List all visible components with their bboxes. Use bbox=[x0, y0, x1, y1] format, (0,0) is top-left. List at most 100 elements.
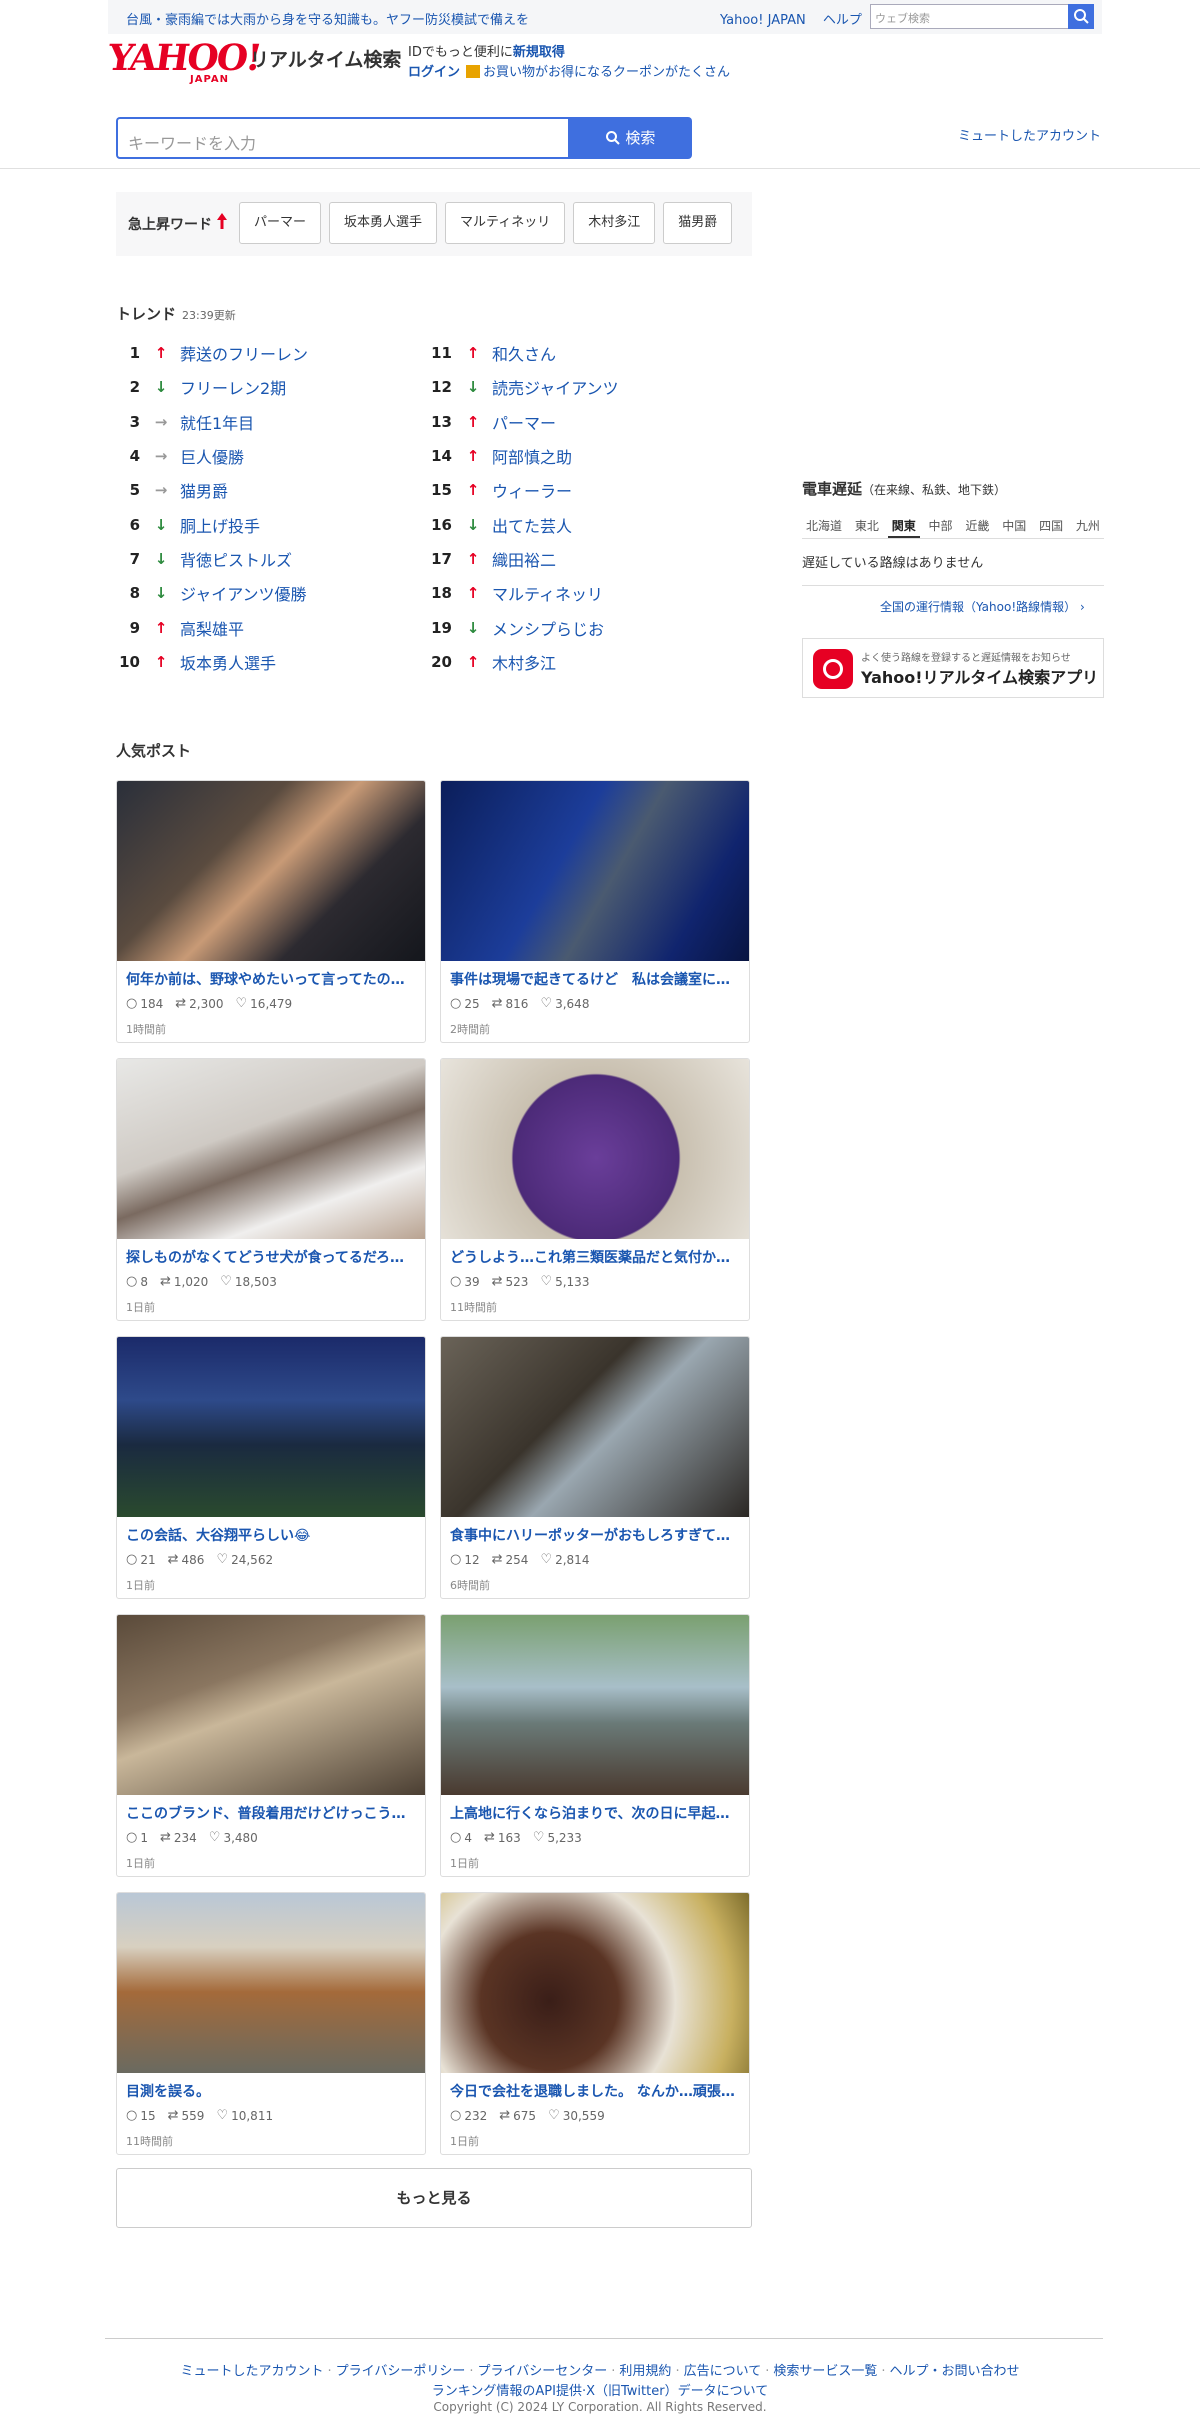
post-replies[interactable]: ○ 15 bbox=[126, 2108, 156, 2123]
trend-item[interactable]: 1 ↑ 葬送のフリーレン bbox=[116, 336, 416, 370]
search-button[interactable]: 検索 bbox=[568, 117, 692, 159]
footer-link[interactable]: X（旧Twitter）データについて bbox=[586, 2384, 768, 2399]
login-link[interactable]: ログイン bbox=[408, 65, 460, 80]
trend-word[interactable]: 背徳ピストルズ bbox=[180, 547, 292, 571]
post-image[interactable] bbox=[441, 781, 749, 961]
signup-link[interactable]: 新規取得 bbox=[513, 45, 565, 60]
train-tab[interactable]: 四国 bbox=[1035, 512, 1067, 538]
trend-item[interactable]: 10 ↑ 坂本勇人選手 bbox=[116, 645, 416, 679]
post-reposts[interactable]: ⇄ 675 bbox=[499, 2108, 536, 2123]
post-likes[interactable]: ♡ 3,480 bbox=[209, 1830, 258, 1845]
trend-word[interactable]: 織田裕二 bbox=[492, 547, 556, 571]
train-tab[interactable]: 関東 bbox=[887, 512, 920, 538]
trend-word[interactable]: 猫男爵 bbox=[180, 478, 228, 502]
post-image[interactable] bbox=[117, 1059, 425, 1239]
post-likes[interactable]: ♡ 3,648 bbox=[540, 996, 589, 1011]
post-card[interactable]: 今日で会社を退職しました。 なんか…頑張… ○ 232 ⇄ 675 ♡ 30,559 1日前 bbox=[440, 1892, 750, 2155]
post-likes[interactable]: ♡ 10,811 bbox=[216, 2108, 273, 2123]
train-info-link[interactable]: 全国の運行情報（Yahoo!路線情報） › bbox=[880, 598, 1085, 615]
yahoo-japan-link[interactable]: Yahoo! JAPAN bbox=[720, 13, 806, 28]
rising-chip[interactable]: パーマー bbox=[239, 202, 322, 244]
trend-item[interactable]: 17 ↑ 織田裕二 bbox=[428, 542, 728, 576]
post-card[interactable]: 上高地に行くなら泊まりで、次の日に早起… ○ 4 ⇄ 163 ♡ 5,233 1日前 bbox=[440, 1614, 750, 1877]
trend-item[interactable]: 13 ↑ パーマー bbox=[428, 405, 728, 439]
post-replies[interactable]: ○ 1 bbox=[126, 1830, 148, 1845]
trend-item[interactable]: 2 ↓ フリーレン2期 bbox=[116, 370, 416, 404]
post-reposts[interactable]: ⇄ 234 bbox=[160, 1830, 197, 1845]
trend-word[interactable]: 出てた芸人 bbox=[492, 513, 572, 537]
post-replies[interactable]: ○ 21 bbox=[126, 1552, 156, 1567]
footer-link[interactable]: プライバシーセンター bbox=[478, 2364, 608, 2379]
post-likes[interactable]: ♡ 5,133 bbox=[540, 1274, 589, 1289]
post-title[interactable]: 食事中にハリーポッターがおもしろすぎて… bbox=[450, 1525, 742, 1545]
coupon-link[interactable]: お買い物がお得になるクーポンがたくさん bbox=[483, 65, 730, 80]
post-replies[interactable]: ○ 12 bbox=[450, 1552, 480, 1567]
post-likes[interactable]: ♡ 2,814 bbox=[540, 1552, 589, 1567]
post-likes[interactable]: ♡ 18,503 bbox=[220, 1274, 277, 1289]
post-reposts[interactable]: ⇄ 2,300 bbox=[175, 996, 223, 1011]
post-title[interactable]: 今日で会社を退職しました。 なんか…頑張… bbox=[450, 2081, 742, 2101]
trend-item[interactable]: 7 ↓ 背徳ピストルズ bbox=[116, 542, 416, 576]
footer-link[interactable]: ヘルプ・お問い合わせ bbox=[890, 2364, 1020, 2379]
post-replies[interactable]: ○ 39 bbox=[450, 1274, 480, 1289]
post-card[interactable]: 食事中にハリーポッターがおもしろすぎて… ○ 12 ⇄ 254 ♡ 2,814 6時間前 bbox=[440, 1336, 750, 1599]
trend-item[interactable]: 18 ↑ マルティネッリ bbox=[428, 576, 728, 610]
post-card[interactable]: 事件は現場で起きてるけど 私は会議室に… ○ 25 ⇄ 816 ♡ 3,648 2時間前 bbox=[440, 780, 750, 1043]
post-card[interactable]: 探しものがなくてどうせ犬が食ってるだろ… ○ 8 ⇄ 1,020 ♡ 18,503 1日前 bbox=[116, 1058, 426, 1321]
post-likes[interactable]: ♡ 5,233 bbox=[533, 1830, 582, 1845]
footer-link[interactable]: 検索サービス一覧 bbox=[773, 2364, 877, 2379]
trend-word[interactable]: 和久さん bbox=[492, 341, 556, 365]
post-replies[interactable]: ○ 184 bbox=[126, 996, 163, 1011]
post-title[interactable]: 事件は現場で起きてるけど 私は会議室に… bbox=[450, 969, 742, 989]
post-replies[interactable]: ○ 232 bbox=[450, 2108, 487, 2123]
footer-link[interactable]: プライバシーポリシー bbox=[336, 2364, 466, 2379]
trend-item[interactable]: 16 ↓ 出てた芸人 bbox=[428, 507, 728, 541]
web-search-button[interactable] bbox=[1068, 4, 1094, 29]
trend-word[interactable]: 高梨雄平 bbox=[180, 616, 244, 640]
trend-item[interactable]: 4 → 巨人優勝 bbox=[116, 439, 416, 473]
post-title[interactable]: 何年か前は、野球やめたいって言ってたの… bbox=[126, 969, 418, 989]
post-image[interactable] bbox=[441, 1337, 749, 1517]
keyword-input[interactable]: キーワードを入力 bbox=[116, 117, 568, 159]
trend-word[interactable]: 葬送のフリーレン bbox=[180, 341, 308, 365]
footer-link[interactable]: ミュートしたアカウント bbox=[180, 2364, 323, 2379]
post-likes[interactable]: ♡ 16,479 bbox=[236, 996, 293, 1011]
post-image[interactable] bbox=[117, 1337, 425, 1517]
trend-word[interactable]: 阿部慎之助 bbox=[492, 444, 572, 468]
post-likes[interactable]: ♡ 24,562 bbox=[216, 1552, 273, 1567]
post-reposts[interactable]: ⇄ 816 bbox=[492, 996, 529, 1011]
train-tab[interactable]: 九州 bbox=[1072, 512, 1104, 538]
post-reposts[interactable]: ⇄ 559 bbox=[168, 2108, 205, 2123]
post-reposts[interactable]: ⇄ 1,020 bbox=[160, 1274, 208, 1289]
rising-chip[interactable]: 坂本勇人選手 bbox=[329, 202, 438, 244]
train-tab[interactable]: 近畿 bbox=[961, 512, 993, 538]
train-tab[interactable]: 中部 bbox=[925, 512, 957, 538]
post-image[interactable] bbox=[117, 1615, 425, 1795]
post-card[interactable]: どうしよう…これ第三類医薬品だと気付か… ○ 39 ⇄ 523 ♡ 5,133 11時間前 bbox=[440, 1058, 750, 1321]
rising-chip[interactable]: 猫男爵 bbox=[663, 202, 733, 244]
trend-item[interactable]: 5 → 猫男爵 bbox=[116, 473, 416, 507]
post-title[interactable]: どうしよう…これ第三類医薬品だと気付か… bbox=[450, 1247, 742, 1267]
post-title[interactable]: 目測を誤る。 bbox=[126, 2081, 418, 2101]
footer-link[interactable]: 広告について bbox=[684, 2364, 762, 2379]
trend-word[interactable]: 読売ジャイアンツ bbox=[492, 375, 619, 399]
post-image[interactable] bbox=[117, 781, 425, 961]
post-reposts[interactable]: ⇄ 486 bbox=[168, 1552, 205, 1567]
post-card[interactable]: 何年か前は、野球やめたいって言ってたの… ○ 184 ⇄ 2,300 ♡ 16,479 1時間… bbox=[116, 780, 426, 1043]
trend-word[interactable]: ジャイアンツ優勝 bbox=[180, 581, 307, 605]
post-image[interactable] bbox=[441, 1893, 749, 2073]
train-tab[interactable]: 東北 bbox=[851, 512, 883, 538]
post-likes[interactable]: ♡ 30,559 bbox=[548, 2108, 605, 2123]
trend-item[interactable]: 15 ↑ ウィーラー bbox=[428, 473, 728, 507]
muted-accounts-link[interactable]: ミュートしたアカウント bbox=[958, 125, 1101, 144]
trend-item[interactable]: 8 ↓ ジャイアンツ優勝 bbox=[116, 576, 416, 610]
post-reposts[interactable]: ⇄ 523 bbox=[492, 1274, 529, 1289]
post-title[interactable]: 上高地に行くなら泊まりで、次の日に早起… bbox=[450, 1803, 742, 1823]
post-image[interactable] bbox=[117, 1893, 425, 2073]
post-title[interactable]: ここのブランド、普段着用だけどけっこう… bbox=[126, 1803, 418, 1823]
trend-word[interactable]: 就任1年目 bbox=[180, 410, 254, 434]
post-title[interactable]: 探しものがなくてどうせ犬が食ってるだろ… bbox=[126, 1247, 418, 1267]
trend-item[interactable]: 19 ↓ メンシプらじお bbox=[428, 610, 728, 644]
post-image[interactable] bbox=[441, 1059, 749, 1239]
trend-item[interactable]: 3 → 就任1年目 bbox=[116, 405, 416, 439]
